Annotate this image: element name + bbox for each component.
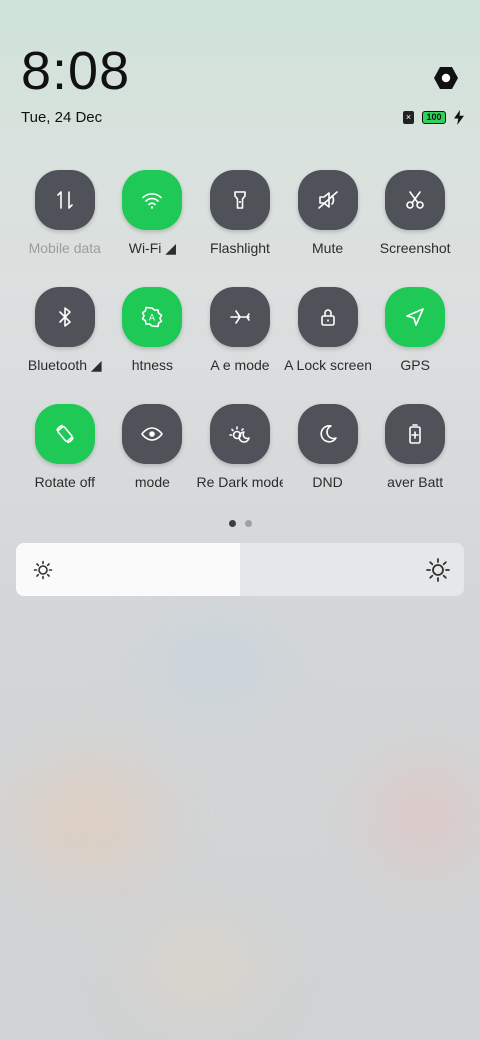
settings-button[interactable] bbox=[432, 64, 460, 92]
background-blob bbox=[140, 930, 260, 1010]
clock: 8:08 bbox=[21, 41, 131, 101]
tile-label: Bluetooth ◢ bbox=[27, 357, 102, 373]
page-dot[interactable] bbox=[244, 520, 252, 527]
rotate-icon bbox=[55, 424, 74, 444]
background-blob bbox=[20, 760, 160, 880]
page-indicator bbox=[0, 520, 480, 527]
tile-label: Rotate off bbox=[34, 474, 96, 490]
status-bar: × 100 bbox=[403, 109, 464, 125]
tile-eye[interactable]: mode bbox=[109, 404, 197, 492]
tile-airplane[interactable]: A e mode bbox=[196, 287, 284, 375]
svg-text:A: A bbox=[149, 314, 156, 324]
gear-icon bbox=[434, 67, 458, 89]
tile-button[interactable] bbox=[34, 404, 95, 464]
eye-icon bbox=[141, 427, 164, 441]
tile-button[interactable] bbox=[297, 404, 358, 464]
tile-button[interactable] bbox=[297, 287, 358, 347]
tile-mute[interactable]: Mute bbox=[284, 170, 372, 258]
date-label: Tue, 24 Dec bbox=[21, 109, 103, 126]
tile-button[interactable] bbox=[122, 404, 183, 464]
tile-button[interactable] bbox=[385, 170, 446, 230]
battery-indicator: 100 bbox=[422, 110, 446, 124]
wifi-icon bbox=[142, 193, 163, 209]
tile-label: Screenshot bbox=[379, 240, 451, 256]
mobile-data-icon bbox=[56, 191, 73, 209]
tile-label: htness bbox=[131, 357, 174, 373]
background-blob bbox=[370, 760, 480, 870]
tile-bluetooth[interactable]: Bluetooth ◢ bbox=[21, 287, 109, 375]
lock-icon bbox=[320, 309, 335, 326]
tile-location[interactable]: GPS bbox=[371, 287, 459, 375]
bluetooth-icon bbox=[58, 307, 71, 327]
tile-mobile-data[interactable]: Mobile data bbox=[21, 170, 109, 258]
scissors-icon bbox=[406, 191, 424, 209]
dark-mode-icon bbox=[229, 426, 250, 443]
quick-settings-grid: Mobile data Wi-Fi ◢ Flashlight Mute Screensh… bbox=[21, 170, 459, 492]
tile-button[interactable] bbox=[209, 170, 270, 230]
moon-icon bbox=[319, 425, 337, 443]
mute-icon bbox=[317, 191, 338, 209]
tile-scissors[interactable]: Screenshot bbox=[371, 170, 459, 258]
tile-flashlight[interactable]: Flashlight bbox=[196, 170, 284, 258]
tile-label: Flashlight bbox=[210, 240, 270, 256]
flashlight-icon bbox=[234, 191, 246, 209]
charging-icon bbox=[454, 109, 464, 125]
tile-button[interactable] bbox=[385, 404, 446, 464]
background-blob bbox=[150, 620, 280, 710]
tile-label: GPS bbox=[400, 357, 430, 373]
tile-button[interactable] bbox=[297, 170, 358, 230]
tile-rotate[interactable]: Rotate off bbox=[21, 404, 109, 492]
tile-label: Mobile data bbox=[28, 240, 101, 256]
tile-battery-saver[interactable]: aver Batt bbox=[371, 404, 459, 492]
tile-wifi[interactable]: Wi-Fi ◢ bbox=[109, 170, 197, 258]
tile-dark-mode[interactable]: Re Dark mode bbox=[196, 404, 284, 492]
tile-button[interactable] bbox=[122, 170, 183, 230]
tile-button[interactable] bbox=[209, 404, 270, 464]
auto-brightness-icon: A bbox=[142, 306, 163, 328]
tile-label: aver Batt bbox=[387, 474, 444, 490]
tile-button[interactable] bbox=[385, 287, 446, 347]
battery-saver-icon bbox=[409, 424, 421, 444]
tile-button[interactable] bbox=[34, 287, 95, 347]
tile-label: A e mode bbox=[210, 357, 270, 373]
tile-lock[interactable]: A Lock screen bbox=[284, 287, 372, 375]
tile-label: A Lock screen bbox=[284, 357, 372, 373]
brightness-slider[interactable] bbox=[16, 543, 464, 596]
location-icon bbox=[406, 308, 424, 326]
tile-label: Wi-Fi ◢ bbox=[128, 240, 177, 256]
tile-auto-brightness[interactable]: Ahtness bbox=[109, 287, 197, 375]
tile-label: Re Dark mode bbox=[196, 474, 284, 490]
no-sim-icon: × bbox=[403, 110, 414, 124]
tile-button[interactable]: A bbox=[122, 287, 183, 347]
brightness-high-icon bbox=[426, 558, 450, 582]
tile-button[interactable] bbox=[209, 287, 270, 347]
airplane-icon bbox=[230, 310, 250, 324]
tile-label: mode bbox=[134, 474, 170, 490]
tile-button[interactable] bbox=[34, 170, 95, 230]
page-dot[interactable] bbox=[228, 520, 236, 527]
tile-moon[interactable]: DND bbox=[284, 404, 372, 492]
brightness-low-icon bbox=[33, 560, 53, 580]
tile-label: Mute bbox=[312, 240, 344, 256]
tile-label: DND bbox=[312, 474, 343, 490]
